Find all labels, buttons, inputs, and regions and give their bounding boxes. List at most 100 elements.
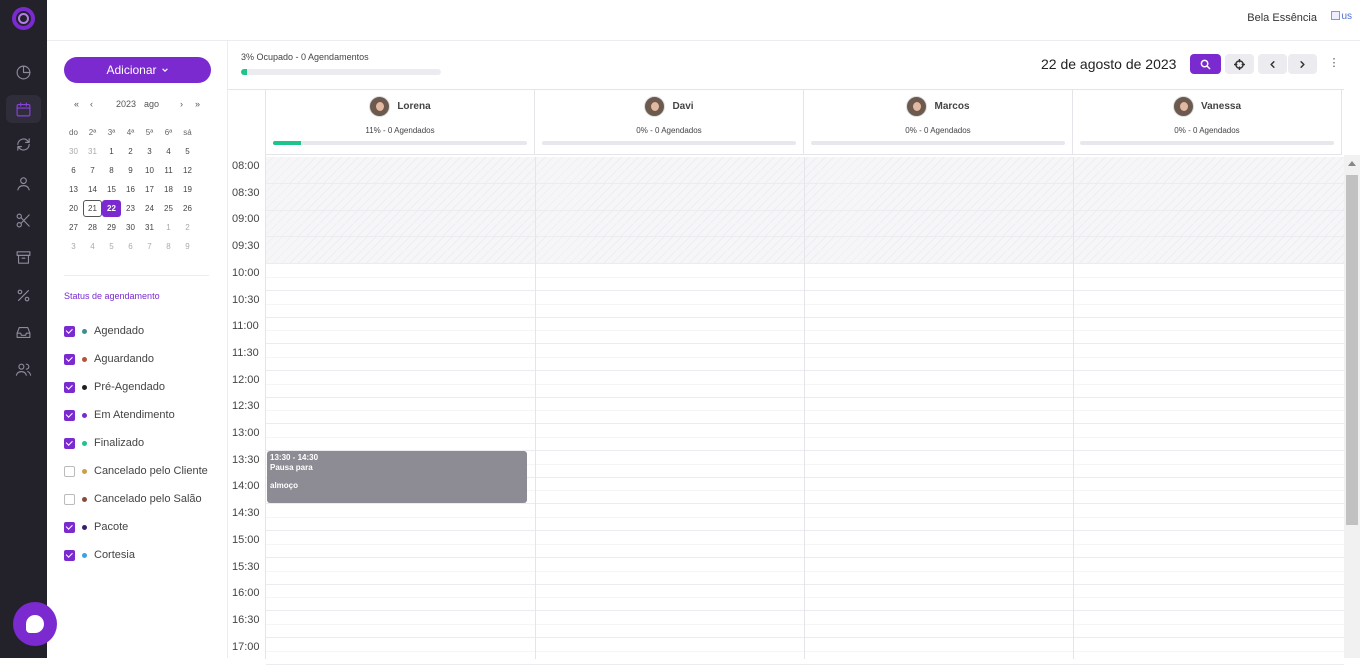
calendar-day[interactable]: 10 xyxy=(140,162,159,179)
prev-year-button[interactable]: « xyxy=(74,99,79,109)
time-slot-row[interactable] xyxy=(266,291,1344,318)
time-slot-row[interactable] xyxy=(266,558,1344,585)
calendar-day[interactable]: 17 xyxy=(140,181,159,198)
calendar-day[interactable]: 2 xyxy=(121,143,140,160)
time-slot-row[interactable] xyxy=(266,371,1344,398)
calendar-day[interactable]: 27 xyxy=(64,219,83,236)
time-slot-row[interactable] xyxy=(266,397,1344,425)
more-options-button[interactable]: ⋮ xyxy=(1328,56,1340,72)
calendar-day[interactable]: 28 xyxy=(83,219,102,236)
status-checkbox[interactable] xyxy=(64,521,75,533)
time-slot-row[interactable] xyxy=(266,183,1344,211)
salon-name[interactable]: Bela Essência xyxy=(1247,12,1317,24)
nav-clients[interactable] xyxy=(6,169,41,197)
user-avatar[interactable]: us xyxy=(1331,11,1352,22)
status-filter-item[interactable]: Agendado xyxy=(64,317,208,345)
calendar-day[interactable]: 30 xyxy=(64,143,83,160)
calendar-day[interactable]: 3 xyxy=(140,143,159,160)
today-button[interactable] xyxy=(1225,54,1254,74)
nav-services[interactable] xyxy=(6,206,41,234)
time-slot-row[interactable] xyxy=(266,157,1344,184)
status-checkbox[interactable] xyxy=(64,409,75,421)
calendar-day[interactable]: 9 xyxy=(178,238,197,255)
professional-header[interactable]: Marcos 0% - 0 Agendados xyxy=(804,90,1073,155)
status-filter-item[interactable]: Em Atendimento xyxy=(64,401,208,429)
calendar-day[interactable]: 19 xyxy=(178,181,197,198)
calendar-day[interactable]: 6 xyxy=(64,162,83,179)
time-slot-row[interactable] xyxy=(266,531,1344,558)
calendar-day[interactable]: 18 xyxy=(159,181,178,198)
nav-products[interactable] xyxy=(6,243,41,271)
status-filter-item[interactable]: Aguardando xyxy=(64,345,208,373)
calendar-day[interactable]: 20 xyxy=(64,200,83,217)
status-checkbox[interactable] xyxy=(64,549,75,561)
vertical-scrollbar[interactable] xyxy=(1344,155,1360,658)
calendar-day[interactable]: 13 xyxy=(64,181,83,198)
time-slot-row[interactable] xyxy=(266,424,1344,451)
status-checkbox[interactable] xyxy=(64,381,75,393)
add-button[interactable]: Adicionar xyxy=(64,57,211,83)
calendar-day[interactable]: 31 xyxy=(83,143,102,160)
calendar-day[interactable]: 8 xyxy=(102,162,121,179)
chat-widget-button[interactable] xyxy=(13,602,57,646)
calendar-day[interactable]: 2 xyxy=(178,219,197,236)
time-slot-row[interactable] xyxy=(266,210,1344,238)
calendar-month[interactable]: ago xyxy=(144,99,159,109)
status-checkbox[interactable] xyxy=(64,493,75,505)
status-filter-item[interactable]: Finalizado xyxy=(64,429,208,457)
next-month-button[interactable]: › xyxy=(180,99,183,109)
status-filter-item[interactable]: Cortesia xyxy=(64,541,208,569)
calendar-day[interactable]: 12 xyxy=(178,162,197,179)
calendar-day[interactable]: 4 xyxy=(83,238,102,255)
calendar-day[interactable]: 16 xyxy=(121,181,140,198)
professional-header[interactable]: Davi 0% - 0 Agendados xyxy=(535,90,804,155)
professional-header[interactable]: Lorena 11% - 0 Agendados xyxy=(266,90,535,155)
status-checkbox[interactable] xyxy=(64,353,75,365)
calendar-day[interactable]: 6 xyxy=(121,238,140,255)
next-year-button[interactable]: » xyxy=(195,99,200,109)
scrollbar-thumb[interactable] xyxy=(1346,175,1358,525)
calendar-day[interactable]: 24 xyxy=(140,200,159,217)
time-slot-row[interactable] xyxy=(266,264,1344,291)
prev-month-button[interactable]: ‹ xyxy=(90,99,93,109)
status-checkbox[interactable] xyxy=(64,465,75,477)
calendar-day[interactable]: 9 xyxy=(121,162,140,179)
calendar-day[interactable]: 23 xyxy=(121,200,140,217)
professional-header[interactable]: Vanessa 0% - 0 Agendados xyxy=(1073,90,1342,155)
status-filter-item[interactable]: Pacote xyxy=(64,513,208,541)
scroll-up-arrow-icon[interactable] xyxy=(1348,161,1356,166)
search-button[interactable] xyxy=(1190,54,1221,74)
calendar-day-today[interactable]: 21 xyxy=(83,200,102,217)
time-slot-row[interactable] xyxy=(266,317,1344,345)
time-slot-row[interactable] xyxy=(266,504,1344,532)
calendar-day-selected[interactable]: 22 xyxy=(102,200,121,217)
prev-day-button[interactable] xyxy=(1258,54,1287,74)
nav-commissions[interactable] xyxy=(6,281,41,309)
time-slot-row[interactable] xyxy=(266,584,1344,612)
calendar-day[interactable]: 5 xyxy=(102,238,121,255)
status-checkbox[interactable] xyxy=(64,437,75,449)
status-filter-item[interactable]: Cancelado pelo Cliente xyxy=(64,457,208,485)
nav-team[interactable] xyxy=(6,355,41,383)
calendar-day[interactable]: 8 xyxy=(159,238,178,255)
time-slot-row[interactable] xyxy=(266,638,1344,665)
calendar-day[interactable]: 15 xyxy=(102,181,121,198)
calendar-day[interactable]: 11 xyxy=(159,162,178,179)
nav-calendar[interactable] xyxy=(6,95,41,123)
nav-dashboard[interactable] xyxy=(6,58,41,86)
calendar-day[interactable]: 7 xyxy=(140,238,159,255)
calendar-day[interactable]: 14 xyxy=(83,181,102,198)
nav-sync[interactable] xyxy=(6,130,41,158)
calendar-day[interactable]: 26 xyxy=(178,200,197,217)
calendar-year[interactable]: 2023 xyxy=(116,99,136,109)
status-filter-item[interactable]: Pré-Agendado xyxy=(64,373,208,401)
status-checkbox[interactable] xyxy=(64,325,75,337)
lunch-break-event[interactable]: 13:30 - 14:30 Pausa para almoço xyxy=(267,451,527,503)
time-slot-row[interactable] xyxy=(266,344,1344,371)
next-day-button[interactable] xyxy=(1288,54,1317,74)
calendar-day[interactable]: 3 xyxy=(64,238,83,255)
calendar-day[interactable]: 1 xyxy=(102,143,121,160)
calendar-day[interactable]: 29 xyxy=(102,219,121,236)
calendar-day[interactable]: 7 xyxy=(83,162,102,179)
status-filter-item[interactable]: Cancelado pelo Salão xyxy=(64,485,208,513)
